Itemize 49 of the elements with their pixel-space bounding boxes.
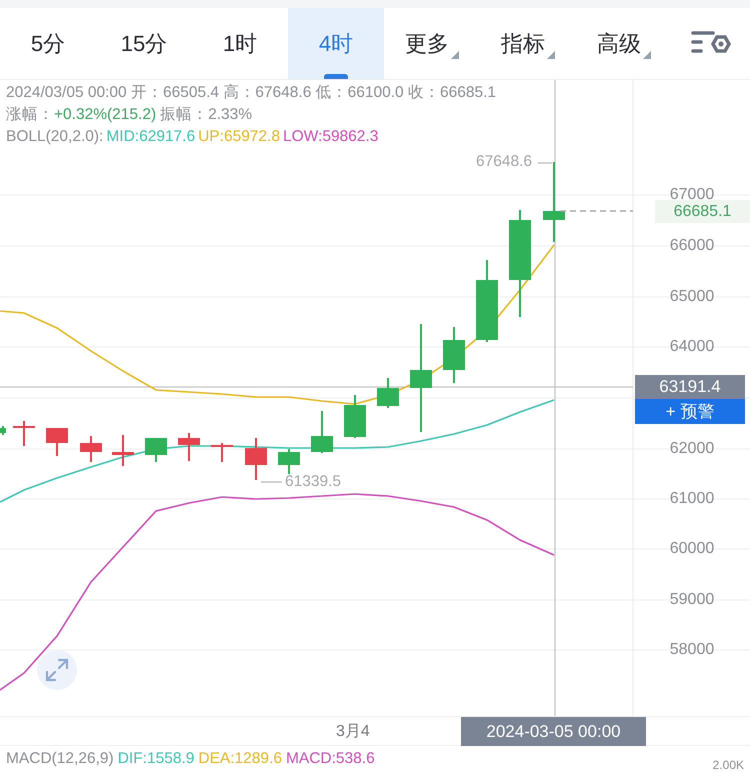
change-label: 涨幅： — [6, 106, 54, 123]
dropdown-triangle-icon — [451, 51, 459, 59]
expand-icon — [44, 657, 70, 683]
rising-candlestick — [0, 426, 6, 435]
price-axis-label: 62000 — [668, 439, 716, 459]
macd-axis-label: 2.00K — [712, 758, 744, 772]
amplitude-label: 振幅： — [160, 106, 208, 123]
rising-candlestick — [278, 449, 300, 474]
price-axis-label: 59000 — [668, 590, 716, 610]
timeframe-tab[interactable]: 4时 — [288, 8, 384, 79]
rising-candlestick — [443, 327, 465, 383]
rising-candlestick — [344, 395, 366, 438]
macd-value: DIF:1558.9 — [118, 750, 194, 769]
dropdown-triangle-icon — [547, 51, 555, 59]
rising-candlestick — [377, 378, 399, 408]
boll-label: BOLL(20,2.0): — [6, 128, 104, 145]
price-axis-label: 65000 — [668, 287, 716, 307]
macd-value: DEA:1289.6 — [198, 750, 282, 769]
price-axis-label: 58000 — [668, 640, 716, 660]
leader-line — [538, 162, 552, 164]
price-axis-label: 66000 — [668, 236, 716, 256]
crosshair-time-label: 2024-03-05 00:00 — [461, 717, 646, 746]
last-price-label: 66685.1 — [655, 200, 750, 223]
falling-candlestick — [80, 436, 102, 462]
change-value: +0.32%(215.2) — [54, 106, 156, 123]
rising-candlestick — [145, 438, 167, 462]
falling-candlestick — [46, 428, 68, 456]
price-alert-button[interactable]: + 预警 — [635, 399, 745, 424]
price-axis-label: 61000 — [668, 489, 716, 509]
low-price-marker: 61339.5 — [285, 472, 342, 492]
price-axis-label: 64000 — [668, 337, 716, 357]
crosshair-price-label: 63191.4 — [635, 375, 745, 399]
rising-candlestick — [311, 411, 333, 453]
falling-candlestick — [112, 435, 134, 466]
macd-label: MACD(12,26,9) — [6, 750, 114, 769]
boll-value: UP:65972.8 — [198, 128, 280, 145]
price-axis-label: 60000 — [668, 539, 716, 559]
falling-candlestick — [13, 421, 35, 446]
boll-value: LOW:59862.3 — [282, 128, 378, 145]
macd-value: MACD:538.6 — [286, 750, 375, 769]
falling-candlestick — [211, 443, 233, 462]
high-price-marker: 67648.6 — [476, 152, 532, 172]
ohlc-text: 2024/03/05 00:00 开：66505.4 高：67648.6 低：66100.0 收：66685.1 — [6, 83, 496, 103]
boll-value: MID:62917.6 — [106, 128, 196, 145]
dropdown-triangle-icon — [643, 51, 651, 59]
falling-candlestick — [245, 438, 267, 480]
amplitude-value: 2.33% — [208, 106, 252, 123]
falling-candlestick — [178, 433, 200, 461]
time-axis-label: 3月4 — [336, 722, 370, 742]
